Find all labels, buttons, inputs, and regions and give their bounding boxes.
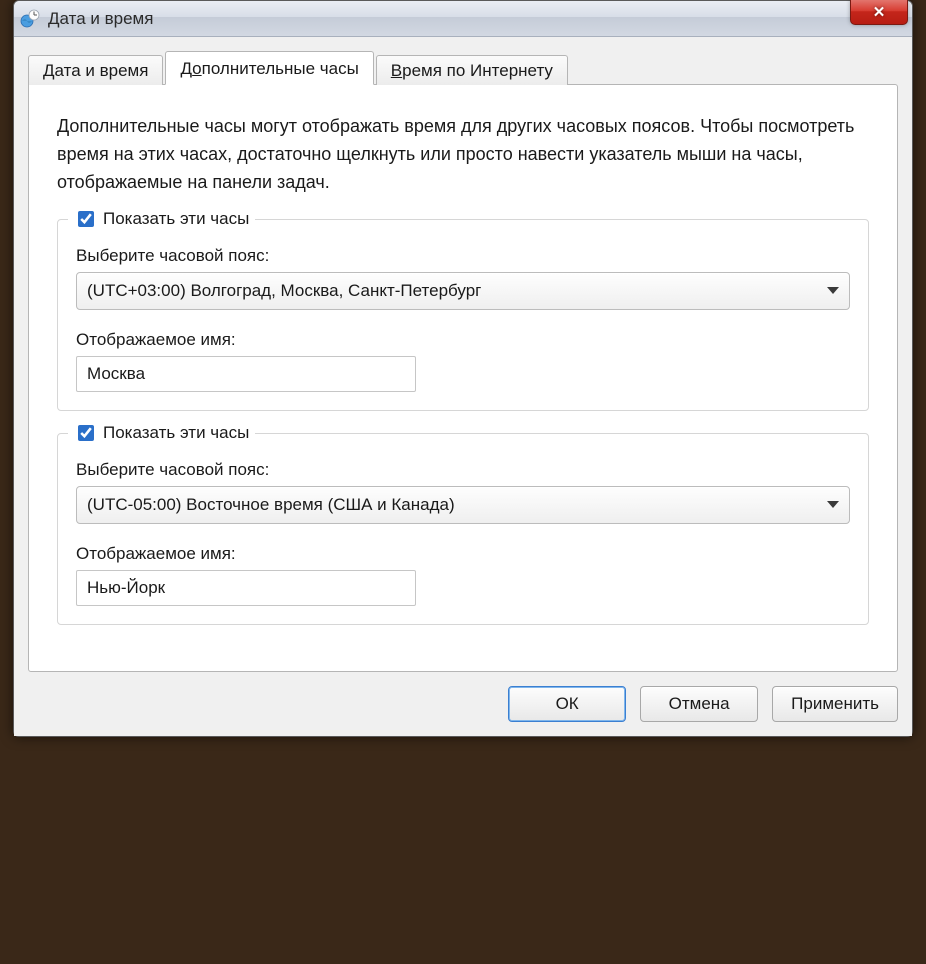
clock1-tz-value: (UTC+03:00) Волгоград, Москва, Санкт-Пет… bbox=[87, 281, 481, 301]
clock1-name-input[interactable] bbox=[76, 356, 416, 392]
clock1-name-label: Отображаемое имя: bbox=[76, 330, 850, 350]
clock1-show-checkbox[interactable] bbox=[78, 211, 94, 227]
client-area: Дата и время Дополнительные часы Время п… bbox=[14, 37, 912, 736]
clock2-show-label: Показать эти часы bbox=[103, 423, 249, 443]
clock1-tz-combo[interactable]: (UTC+03:00) Волгоград, Москва, Санкт-Пет… bbox=[76, 272, 850, 310]
titlebar: Дата и время ✕ bbox=[14, 1, 912, 37]
apply-button[interactable]: Применить bbox=[772, 686, 898, 722]
tab-internet-time[interactable]: Время по Интернету bbox=[376, 55, 568, 85]
clock-world-icon bbox=[20, 9, 40, 29]
clock1-group: Показать эти часы Выберите часовой пояс:… bbox=[57, 219, 869, 411]
clock2-legend: Показать эти часы bbox=[68, 422, 255, 444]
clock1-show-label: Показать эти часы bbox=[103, 209, 249, 229]
cancel-button[interactable]: Отмена bbox=[640, 686, 758, 722]
chevron-down-icon bbox=[827, 501, 839, 508]
description-text: Дополнительные часы могут отображать вре… bbox=[57, 113, 869, 197]
close-button[interactable]: ✕ bbox=[850, 0, 908, 25]
dialog-window: Дата и время ✕ Дата и время Дополнительн… bbox=[13, 0, 913, 737]
clock1-tz-label: Выберите часовой пояс: bbox=[76, 246, 850, 266]
clock2-name-label: Отображаемое имя: bbox=[76, 544, 850, 564]
clock2-tz-value: (UTC-05:00) Восточное время (США и Канад… bbox=[87, 495, 455, 515]
tabstrip: Дата и время Дополнительные часы Время п… bbox=[28, 51, 898, 84]
clock1-legend: Показать эти часы bbox=[68, 208, 255, 230]
tab-panel: Дополнительные часы могут отображать вре… bbox=[28, 84, 898, 672]
clock2-show-checkbox[interactable] bbox=[78, 425, 94, 441]
ok-button[interactable]: ОК bbox=[508, 686, 626, 722]
close-icon: ✕ bbox=[873, 3, 886, 21]
clock2-tz-label: Выберите часовой пояс: bbox=[76, 460, 850, 480]
clock2-name-input[interactable] bbox=[76, 570, 416, 606]
window-title: Дата и время bbox=[48, 9, 153, 29]
clock2-group: Показать эти часы Выберите часовой пояс:… bbox=[57, 433, 869, 625]
chevron-down-icon bbox=[827, 287, 839, 294]
clock2-tz-combo[interactable]: (UTC-05:00) Восточное время (США и Канад… bbox=[76, 486, 850, 524]
button-row: ОК Отмена Применить bbox=[28, 686, 898, 722]
tab-additional-clocks[interactable]: Дополнительные часы bbox=[165, 51, 373, 85]
tab-date-time[interactable]: Дата и время bbox=[28, 55, 163, 85]
